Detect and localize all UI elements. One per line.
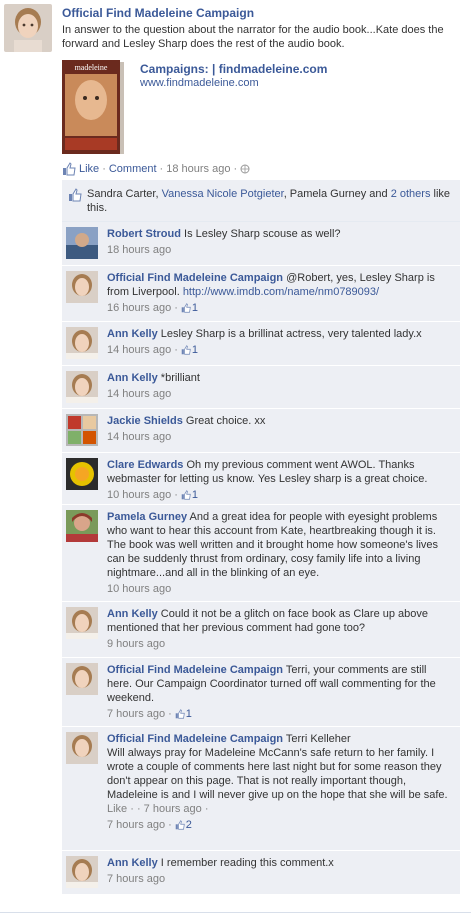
comment-like-count[interactable]: 1	[175, 707, 192, 721]
commenter-name[interactable]: Ann Kelly	[107, 328, 158, 340]
commenter-name[interactable]: Ann Kelly	[107, 857, 158, 869]
attachment-url: www.findmadeleine.com	[140, 77, 259, 89]
quoted-comment-text: Will always pray for Madeleine McCann's …	[107, 747, 448, 801]
commenter-name[interactable]: Ann Kelly	[107, 372, 158, 384]
like-link[interactable]: Like	[79, 163, 99, 175]
separator-dot: ·	[102, 163, 106, 175]
separator-dot: ·	[159, 163, 164, 175]
commenter-avatar[interactable]	[66, 607, 98, 639]
like-thumb-icon	[181, 303, 191, 313]
comment-timestamp[interactable]: 9 hours ago	[107, 637, 165, 651]
comment-meta: 18 hours ago	[107, 243, 454, 257]
comment-meta: 16 hours ago · 1	[107, 301, 199, 315]
comment: Jackie Shields Great choice. xx 14 hours…	[62, 409, 460, 453]
commenter-avatar[interactable]	[66, 414, 98, 446]
commenter-avatar[interactable]	[66, 856, 98, 888]
commenter-name[interactable]: Robert Stroud	[107, 228, 181, 240]
commenter-name[interactable]: Official Find Madeleine Campaign	[107, 733, 283, 745]
liker-names: Sandra Carter,	[87, 188, 162, 200]
commenter-avatar[interactable]	[66, 458, 98, 490]
comment-meta: 7 hours ago · 1	[107, 707, 192, 721]
like-thumb-icon	[175, 709, 185, 719]
commenter-avatar[interactable]	[66, 271, 98, 303]
commenter-avatar[interactable]	[66, 732, 98, 764]
comment: Official Find Madeleine Campaign @Robert…	[62, 266, 460, 322]
comment-text: Lesley Sharp is a brillinat actress, ver…	[160, 328, 422, 340]
comment-url-link[interactable]: http://www.imdb.com/name/nm0789093/	[183, 286, 379, 298]
comment: Official Find Madeleine Campaign Terri, …	[62, 658, 460, 727]
like-thumb-icon	[69, 188, 82, 202]
comment-timestamp[interactable]: 14 hours ago	[107, 430, 171, 444]
likes-summary: Sandra Carter, Vanessa Nicole Potgieter,…	[62, 180, 460, 222]
comment: Ann Kelly *brilliant 14 hours ago	[62, 366, 460, 409]
like-thumb-icon	[175, 820, 185, 830]
comment-text: Terri Kelleher	[285, 733, 351, 745]
comment-timestamp[interactable]: 7 hours ago	[107, 872, 165, 886]
liker-names: , Pamela Gurney and	[283, 188, 391, 200]
commenter-avatar[interactable]	[66, 663, 98, 695]
comment-meta: 7 hours ago	[107, 872, 454, 886]
commenter-name[interactable]: Clare Edwards	[107, 459, 183, 471]
author-avatar[interactable]	[4, 4, 52, 52]
comment-timestamp[interactable]: 16 hours ago	[107, 301, 171, 315]
post-actions: Like · Comment · 18 hours ago ·	[62, 162, 250, 176]
comment-text: Is Lesley Sharp scouse as well?	[184, 228, 341, 240]
post-timestamp[interactable]: 18 hours ago	[166, 163, 230, 175]
commenter-name[interactable]: Pamela Gurney	[107, 511, 187, 523]
comment-text: Great choice. xx	[185, 415, 266, 427]
comment-like-count[interactable]: 1	[181, 343, 198, 357]
comment: Robert Stroud Is Lesley Sharp scouse as …	[62, 222, 460, 266]
commenter-avatar[interactable]	[66, 510, 98, 542]
comment-link[interactable]: Comment	[109, 163, 157, 175]
comment: Ann Kelly I remember reading this commen…	[62, 851, 460, 895]
book-cover-title: madeleine	[75, 63, 108, 72]
like-thumb-icon	[63, 162, 76, 176]
comment-like-count[interactable]: 2	[175, 818, 192, 832]
comment-meta: 10 hours ago	[107, 582, 454, 596]
comment-text: I remember reading this comment.x	[160, 857, 334, 869]
comment-meta: 14 hours ago	[107, 387, 454, 401]
attachment-title-link[interactable]: Campaigns: | findmadeleine.com	[140, 62, 327, 76]
liker-link[interactable]: Vanessa Nicole Potgieter	[162, 188, 284, 200]
comment-like-count[interactable]: 1	[181, 301, 198, 315]
comment-timestamp[interactable]: 14 hours ago	[107, 343, 171, 357]
quoted-comment-meta: Like · · 7 hours ago ·	[107, 803, 209, 815]
others-link[interactable]: 2 others	[391, 188, 431, 200]
commenter-avatar[interactable]	[66, 327, 98, 359]
comment-like-count[interactable]: 1	[181, 488, 198, 502]
comment: Ann Kelly Lesley Sharp is a brillinat ac…	[62, 322, 460, 366]
commenter-name[interactable]: Official Find Madeleine Campaign	[107, 664, 283, 676]
like-thumb-icon	[181, 345, 191, 355]
comment-meta: 7 hours ago · 2	[107, 818, 192, 832]
commenter-avatar[interactable]	[66, 227, 98, 259]
post-author-link[interactable]: Official Find Madeleine Campaign	[62, 6, 254, 20]
commenter-name[interactable]: Official Find Madeleine Campaign	[107, 272, 283, 284]
like-thumb-icon	[181, 490, 191, 500]
comment-timestamp[interactable]: 14 hours ago	[107, 387, 171, 401]
comment-meta: 14 hours ago · 1	[107, 343, 199, 357]
comment-text: *brilliant	[160, 372, 200, 384]
globe-icon	[240, 164, 250, 174]
comment: Clare Edwards Oh my previous comment wen…	[62, 453, 460, 505]
comment-timestamp[interactable]: 18 hours ago	[107, 243, 171, 257]
commenter-name[interactable]: Ann Kelly	[107, 608, 158, 620]
comment-meta: 9 hours ago	[107, 637, 454, 651]
comment-timestamp[interactable]: 10 hours ago	[107, 582, 171, 596]
comment: Official Find Madeleine Campaign Terri K…	[62, 727, 460, 851]
divider	[0, 912, 471, 913]
comment-timestamp[interactable]: 7 hours ago	[107, 818, 165, 832]
comment-timestamp[interactable]: 7 hours ago	[107, 707, 165, 721]
comment-timestamp[interactable]: 10 hours ago	[107, 488, 171, 502]
commenter-name[interactable]: Jackie Shields	[107, 415, 183, 427]
book-cover-thumbnail[interactable]: madeleine	[62, 60, 124, 156]
comment-meta: 14 hours ago	[107, 430, 454, 444]
comment: Ann Kelly Could it not be a glitch on fa…	[62, 602, 460, 658]
comment: Pamela Gurney And a great idea for peopl…	[62, 505, 460, 602]
post-message: In answer to the question about the narr…	[62, 24, 444, 50]
comment-meta: 10 hours ago · 1	[107, 488, 199, 502]
commenter-avatar[interactable]	[66, 371, 98, 403]
comments-section: Sandra Carter, Vanessa Nicole Potgieter,…	[62, 180, 460, 895]
separator-dot: ·	[233, 163, 238, 175]
